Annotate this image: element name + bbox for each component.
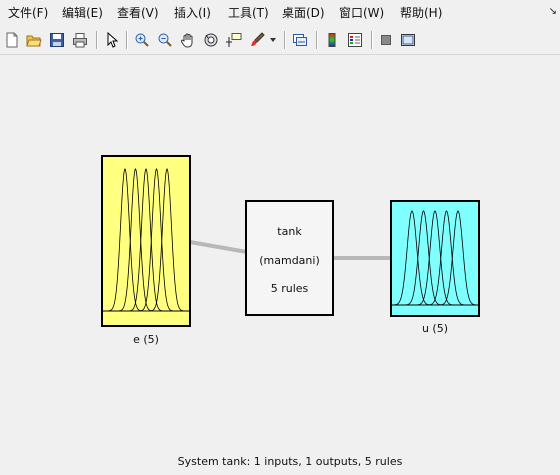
input-variable-block[interactable]	[101, 155, 191, 327]
system-block[interactable]: tank (mamdani) 5 rules	[245, 200, 334, 316]
zoom-out-icon[interactable]	[154, 29, 176, 51]
input-variable-label: e (5)	[133, 333, 159, 346]
connector-system-output	[333, 256, 391, 260]
link-plot-icon[interactable]	[289, 29, 311, 51]
menu-tools[interactable]: 工具(T)	[228, 5, 269, 21]
hide-plot-tools-icon[interactable]	[375, 29, 397, 51]
output-variable-label: u (5)	[421, 322, 449, 335]
output-membership-functions	[392, 210, 478, 306]
output-mf-curve-1	[392, 210, 478, 306]
rotate-3d-icon[interactable]	[200, 29, 222, 51]
print-icon[interactable]	[69, 29, 91, 51]
open-folder-icon[interactable]	[23, 29, 45, 51]
output-mf-curve-3	[392, 210, 478, 306]
connector-input-system	[189, 240, 247, 254]
menu-view[interactable]: 查看(V)	[117, 5, 159, 21]
brush-dropdown-arrow-icon[interactable]	[266, 29, 280, 51]
toolbar-separator	[284, 31, 286, 49]
zoom-in-icon[interactable]	[131, 29, 153, 51]
show-plot-tools-icon[interactable]	[397, 29, 419, 51]
menu-bar: 文件(F) 编辑(E) 查看(V) 插入(I) 工具(T) 桌面(D) 窗口(W…	[0, 0, 560, 26]
brush-icon[interactable]	[246, 29, 268, 51]
input-mf-curve-4	[103, 168, 189, 312]
toolbar-separator	[96, 31, 98, 49]
menu-insert[interactable]: 插入(I)	[174, 5, 211, 21]
input-membership-functions	[103, 168, 189, 312]
status-text: System tank: 1 inputs, 1 outputs, 5 rule…	[177, 455, 403, 468]
output-mf-curve-2	[392, 210, 478, 306]
toolbar	[0, 26, 560, 55]
output-mf-curve-5	[392, 210, 478, 306]
new-file-icon[interactable]	[1, 29, 23, 51]
save-icon[interactable]	[46, 29, 68, 51]
menu-file[interactable]: 文件(F)	[8, 5, 48, 21]
menu-edit[interactable]: 编辑(E)	[62, 5, 103, 21]
menu-window[interactable]: 窗口(W)	[339, 5, 384, 21]
toolbar-separator	[371, 31, 373, 49]
input-mf-curve-1	[103, 168, 189, 312]
legend-icon[interactable]	[344, 29, 366, 51]
input-mf-curve-3	[103, 168, 189, 312]
output-mf-curve-4	[392, 210, 478, 306]
toolbar-separator	[316, 31, 318, 49]
menu-desktop[interactable]: 桌面(D)	[282, 5, 325, 21]
fis-diagram: e (5) tank (mamdani) 5 rules u (5) Syste…	[0, 55, 560, 475]
system-type: (mamdani)	[259, 254, 320, 267]
input-mf-curve-5	[103, 168, 189, 312]
pointer-icon[interactable]	[101, 29, 123, 51]
menu-help[interactable]: 帮助(H)	[400, 5, 442, 21]
pan-hand-icon[interactable]	[177, 29, 199, 51]
colorbar-icon[interactable]	[321, 29, 343, 51]
input-mf-curve-2	[103, 168, 189, 312]
output-variable-block[interactable]	[390, 200, 480, 317]
data-cursor-icon[interactable]	[223, 29, 245, 51]
toolbar-separator	[126, 31, 128, 49]
dock-arrow-icon[interactable]: ↘	[549, 6, 557, 17]
system-name: tank	[277, 225, 302, 238]
system-rules: 5 rules	[270, 282, 309, 295]
